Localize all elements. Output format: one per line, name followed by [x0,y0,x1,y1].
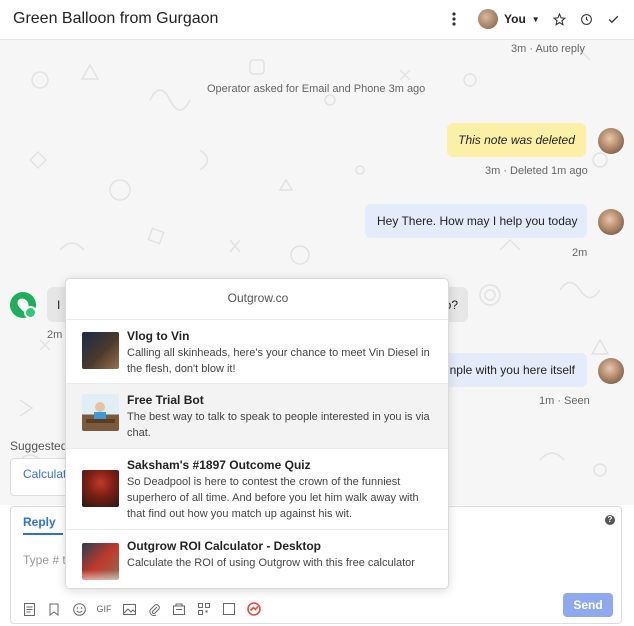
content-item-outcome-quiz[interactable]: Saksham's #1897 Outcome Quiz So Deadpool… [66,448,448,529]
popup-title: Outgrow.co [227,291,289,305]
online-status-icon [24,306,37,319]
system-event: Operator asked for Email and Phone 3m ag… [207,83,426,95]
content-title: Saksham's #1897 Outcome Quiz [127,458,311,472]
article-icon[interactable] [21,601,37,617]
qr-code-icon[interactable] [196,601,212,617]
checkbox-icon[interactable] [221,601,237,617]
scroll-fade [66,570,448,588]
content-description: Calculate the ROI of using Outgrow with … [127,557,415,569]
help-icon[interactable]: ? [605,515,615,525]
content-description: The best way to talk to speak to people … [127,411,430,439]
resolve-check-icon[interactable] [605,11,621,27]
content-item-free-trial-bot[interactable]: Free Trial Bot The best way to talk to s… [66,383,448,448]
more-options-icon[interactable] [446,11,462,27]
content-thumbnail [82,470,119,507]
send-button[interactable]: Send [563,593,613,617]
chevron-down-icon: ▼ [531,14,540,24]
assignee-label: You [504,12,526,26]
attachment-icon[interactable] [146,601,162,617]
message-text: nple with you here itself [449,363,575,377]
visitor-avatar [10,292,37,319]
tab-reply[interactable]: Reply [23,515,56,529]
composer-toolbar: GIF [21,601,271,617]
content-thumbnail [82,332,119,369]
assignee-dropdown[interactable]: You ▼ [478,9,540,29]
canned-response-icon[interactable] [171,601,187,617]
gif-icon[interactable]: GIF [96,601,112,617]
operator-avatar [598,358,624,384]
content-description: So Deadpool is here to contest the crown… [127,476,419,520]
operator-message-bubble: Hey There. How may I help you today [365,204,587,238]
message-meta: 1m · Seen [539,395,590,407]
conversation-header: Green Balloon from Gurgaon You ▼ [0,0,634,40]
content-title: Vlog to Vin [127,329,190,343]
content-title: Outgrow ROI Calculator - Desktop [127,539,322,553]
content-thumbnail [82,394,119,431]
message-meta: 2m [47,329,63,341]
message-text: I [57,297,61,312]
content-description: Calling all skinheads, here's your chanc… [127,347,430,375]
conversation-title: Green Balloon from Gurgaon [13,10,219,27]
suggested-reply-card[interactable]: Calculat [10,458,70,496]
message-meta: 2m [572,247,588,259]
snooze-clock-icon[interactable] [578,11,594,27]
emoji-icon[interactable] [71,601,87,617]
operator-avatar [598,128,624,154]
deleted-note-bubble: This note was deleted [447,123,586,157]
suggested-reply-text: Calculat [23,467,67,481]
bookmark-icon[interactable] [46,601,62,617]
message-input[interactable]: Type # t [23,553,66,567]
assignee-avatar [478,9,498,29]
message-meta: 3m · Auto reply [511,43,585,55]
operator-avatar [598,209,624,235]
content-item-vlog-to-vin[interactable]: Vlog to Vin Calling all skinheads, here'… [66,319,448,383]
image-icon[interactable] [121,601,137,617]
content-title: Free Trial Bot [127,393,204,407]
tab-active-indicator [23,533,63,535]
star-icon[interactable] [551,11,567,27]
message-text: Hey There. How may I help you today [377,214,578,228]
deleted-note-text: This note was deleted [458,133,575,147]
outgrow-content-picker: Outgrow.co Vlog to Vin Calling all skinh… [65,278,449,589]
message-meta: 3m · Deleted 1m ago [485,165,588,177]
suggested-label: Suggested [10,439,68,453]
outgrow-icon[interactable] [246,601,262,617]
